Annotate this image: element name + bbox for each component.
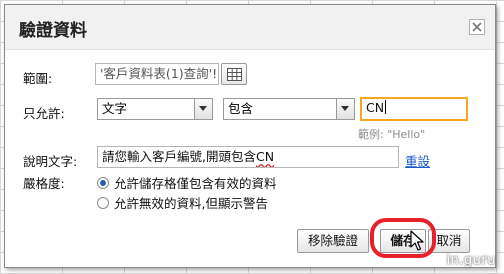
remove-validation-button[interactable]: 移除驗證 [297,229,369,253]
select-range-button[interactable] [221,63,247,85]
close-button[interactable] [469,19,485,35]
range-input[interactable]: '客戶資料表(1)查詢'!E [95,63,219,85]
dialog-title: 驗證資料 [19,21,87,41]
warn-option-label: 允許無效的資料,但顯示警告 [114,196,268,211]
help-text-input[interactable]: 請您輸入客戶編號,開頭包含CN [97,146,399,168]
page: 驗證資料 範圍: '客戶資料表(1)查詢'!E 只允許: 文字 包含 CN 範例… [0,0,504,274]
strict-radio[interactable] [97,176,109,189]
close-icon [472,22,482,32]
dropdown-arrow-icon [341,106,349,111]
help-text-value: 請您輸入客戶編號,開頭包含 [102,149,256,164]
dialog-title-bar: 驗證資料 [5,5,495,50]
grid-icon [227,68,242,81]
criteria-operator-select[interactable]: 包含 [223,98,355,120]
save-highlight-ring [370,218,436,258]
strict-option-label: 允許儲存格僅包含有效的資料 [114,176,277,191]
reset-link[interactable]: 重設 [405,151,430,170]
help-text-value-suffix: CN [255,149,275,164]
watermark: in.guru [446,253,496,268]
criteria-type-value: 文字 [102,101,128,116]
criteria-operator-value: 包含 [228,101,254,116]
warn-option[interactable]: 允許無效的資料,但顯示警告 [97,193,268,212]
text-caret [385,100,387,114]
strict-option[interactable]: 允許儲存格僅包含有效的資料 [97,173,277,192]
mouse-cursor-icon [410,230,424,251]
range-label: 範圍: [23,71,53,86]
help-text-label: 說明文字: [23,154,78,169]
criteria-label: 只允許: [23,106,65,121]
criteria-value-input[interactable]: CN [360,97,468,121]
criteria-value-text: CN [366,100,385,115]
criteria-type-select[interactable]: 文字 [97,98,213,120]
strictness-label: 嚴格度: [23,176,65,191]
warn-radio[interactable] [97,196,109,209]
example-hint: 範例: "Hello" [358,128,426,141]
dropdown-arrow-icon [199,106,207,111]
